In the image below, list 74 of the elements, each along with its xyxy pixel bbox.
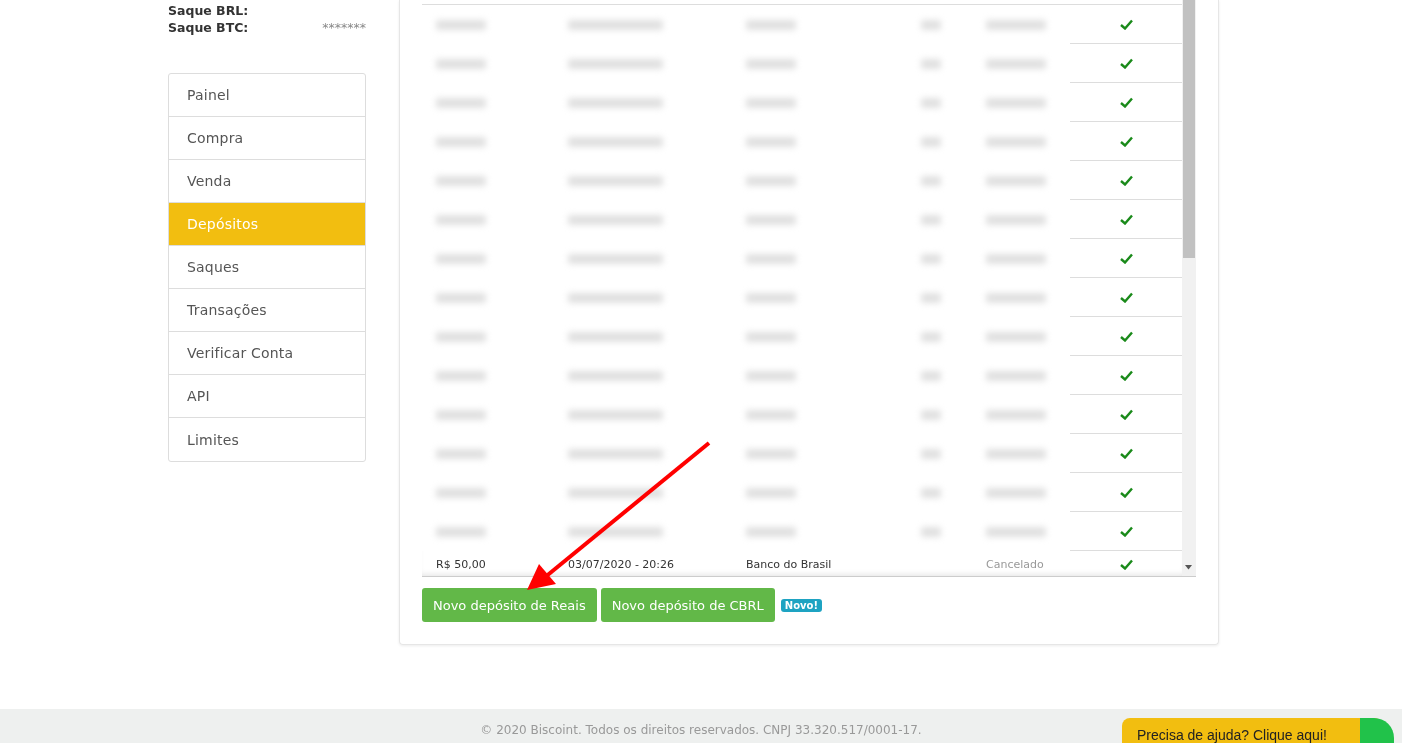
redacted-text [986, 19, 1046, 30]
redacted-text [746, 409, 796, 420]
redacted-text [986, 487, 1046, 498]
redacted-text [986, 214, 1046, 225]
redacted-text [746, 448, 796, 459]
sidebar-item[interactable]: Compra [169, 117, 365, 160]
redacted-text [986, 175, 1046, 186]
table-cell: Banco do Brasil [746, 557, 832, 571]
table-cell: Cancelado [986, 557, 1044, 571]
redacted-text [986, 97, 1046, 108]
balance-label: Saque BRL: [168, 3, 249, 18]
redacted-text [436, 136, 486, 147]
redacted-text [436, 97, 486, 108]
redacted-text [986, 526, 1046, 537]
redacted-text [436, 526, 486, 537]
redacted-text [986, 448, 1046, 459]
sidebar-item[interactable]: Limites [169, 418, 365, 461]
sidebar-item[interactable]: Verificar Conta [169, 332, 365, 375]
redacted-text [986, 331, 1046, 342]
redacted-text [436, 331, 486, 342]
redacted-text [746, 292, 796, 303]
redacted-text [921, 19, 941, 30]
new-badge: Novo! [780, 598, 822, 612]
redacted-text [746, 487, 796, 498]
redacted-text [436, 253, 486, 264]
redacted-text [746, 253, 796, 264]
redacted-text [986, 136, 1046, 147]
redacted-text [921, 370, 941, 381]
copyright-text: © 2020 Biscoint. Todos os direitos reservados. CNPJ 33.320.517/0001-17. [480, 723, 922, 739]
sidebar-item[interactable]: Painel [169, 74, 365, 117]
redacted-text [921, 526, 941, 537]
redacted-text [436, 58, 486, 69]
redacted-text [746, 526, 796, 537]
redacted-text [436, 409, 486, 420]
redacted-text [436, 214, 486, 225]
redacted-text [746, 214, 796, 225]
redacted-text [921, 487, 941, 498]
redacted-text [921, 97, 941, 108]
redacted-text [921, 253, 941, 264]
redacted-text [986, 292, 1046, 303]
redacted-text [436, 370, 486, 381]
redacted-text [921, 409, 941, 420]
redacted-text [746, 370, 796, 381]
redacted-text [921, 214, 941, 225]
redacted-text [986, 409, 1046, 420]
table-cell: R$ 50,00 [436, 557, 486, 571]
redacted-text [436, 487, 486, 498]
sidebar-item[interactable]: API [169, 375, 365, 418]
redacted-text [746, 19, 796, 30]
sidebar-item[interactable]: Transações [169, 289, 365, 332]
redacted-text [921, 292, 941, 303]
sidebar-item[interactable]: Saques [169, 246, 365, 289]
redacted-text [921, 331, 941, 342]
redacted-text [436, 292, 486, 303]
redacted-text [746, 58, 796, 69]
redacted-text [921, 175, 941, 186]
redacted-text [986, 58, 1046, 69]
redacted-text [986, 253, 1046, 264]
balance-label: Saque BTC: [168, 20, 249, 35]
scrollbar[interactable] [1182, 0, 1196, 576]
redacted-text [986, 370, 1046, 381]
redacted-text [746, 331, 796, 342]
redacted-text [921, 136, 941, 147]
balance-value: ******* [322, 20, 366, 35]
redacted-text [921, 448, 941, 459]
redacted-text [436, 19, 486, 30]
scroll-down-icon[interactable] [1185, 565, 1192, 570]
table-cell: 03/07/2020 - 20:26 [568, 557, 675, 571]
redacted-text [746, 175, 796, 186]
redacted-text [921, 58, 941, 69]
redacted-text [436, 175, 486, 186]
redacted-text [436, 448, 486, 459]
redacted-text [746, 97, 796, 108]
redacted-text [746, 136, 796, 147]
